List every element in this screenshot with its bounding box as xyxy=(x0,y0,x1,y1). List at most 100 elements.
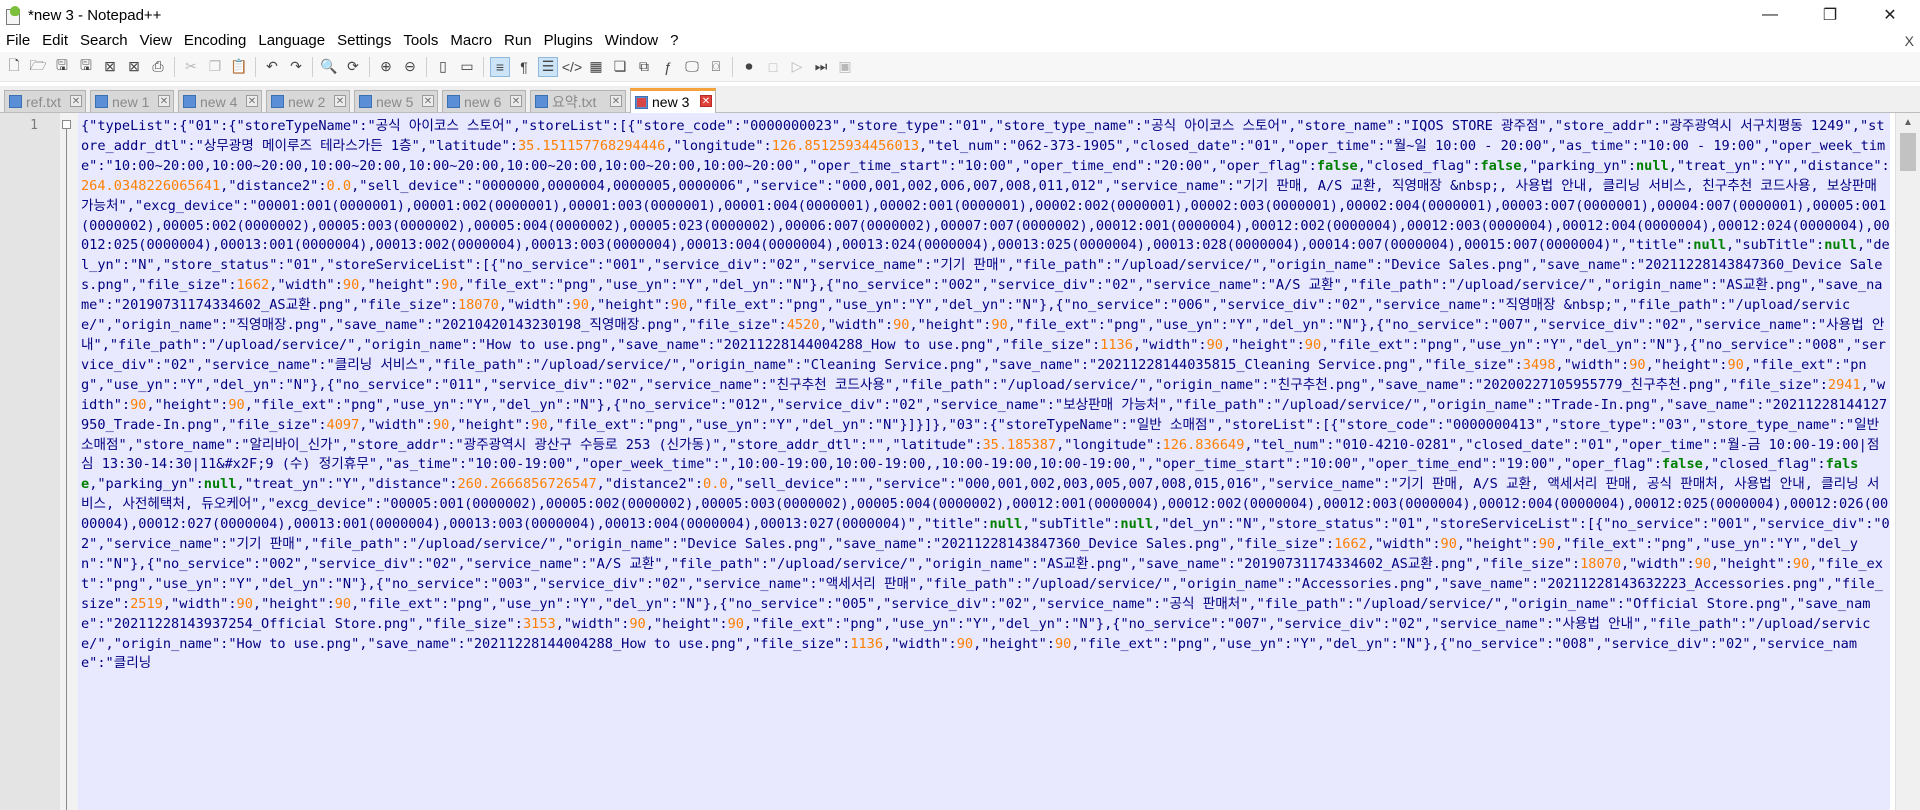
tab-close-icon[interactable]: ✕ xyxy=(510,95,522,107)
fold-line xyxy=(66,129,67,810)
saved-file-icon xyxy=(271,95,284,108)
tab-close-icon[interactable]: ✕ xyxy=(70,95,82,107)
tab-new-2[interactable]: new 2 ✕ xyxy=(266,90,350,112)
word-wrap-icon[interactable]: ≡ xyxy=(490,56,510,77)
menu-edit[interactable]: Edit xyxy=(36,30,74,52)
saved-file-icon xyxy=(447,95,460,108)
close-document-button[interactable]: X xyxy=(1905,30,1914,52)
find-icon[interactable]: 🔍 xyxy=(319,57,339,77)
copy-icon[interactable]: ❐ xyxy=(205,57,225,77)
monitor-icon[interactable]: 🖵 xyxy=(682,57,702,77)
undo-icon[interactable]: ↶ xyxy=(262,57,282,77)
tab-label: new 1 xyxy=(112,93,150,110)
menu-plugins[interactable]: Plugins xyxy=(538,30,599,52)
indent-guide-icon[interactable]: ☰ xyxy=(538,56,558,77)
toolbar-separator xyxy=(483,56,484,77)
menu-language[interactable]: Language xyxy=(252,30,331,52)
scrollbar-thumb[interactable] xyxy=(1900,133,1916,171)
print-icon[interactable]: ⎙ xyxy=(148,57,168,77)
stop-macro-icon[interactable]: □ xyxy=(763,57,783,77)
zoom-out-icon[interactable]: ⊖ xyxy=(400,57,420,77)
toolbar-separator xyxy=(312,56,313,77)
fx-icon[interactable]: ƒ xyxy=(658,57,678,77)
tab-label: new 5 xyxy=(376,93,414,110)
menu-help[interactable]: ? xyxy=(664,30,684,52)
tab-close-icon[interactable]: ✕ xyxy=(610,95,622,107)
menu-window[interactable]: Window xyxy=(599,30,664,52)
menu-run[interactable]: Run xyxy=(498,30,538,52)
saved-file-icon xyxy=(9,95,22,108)
close-all-icon[interactable]: ⊠ xyxy=(124,57,144,77)
notepadplusplus-app-icon[interactable] xyxy=(4,6,22,25)
tab-new-6[interactable]: new 6 ✕ xyxy=(442,90,526,112)
menu-file[interactable]: File xyxy=(0,30,36,52)
tab-label: new 6 xyxy=(464,93,502,110)
menu-view[interactable]: View xyxy=(134,30,178,52)
tab-new-4[interactable]: new 4 ✕ xyxy=(178,90,262,112)
saved-file-icon xyxy=(535,95,548,108)
tab-close-icon[interactable]: ✕ xyxy=(700,95,712,107)
tab-close-icon[interactable]: ✕ xyxy=(422,95,434,107)
saved-file-icon xyxy=(95,95,108,108)
screenshot-icon[interactable]: ⌼ xyxy=(706,57,726,77)
toolbar-separator xyxy=(426,56,427,77)
function-list-icon[interactable]: ❏ xyxy=(610,57,630,77)
close-icon[interactable]: ⊠ xyxy=(100,57,120,77)
new-file-icon[interactable]: 🗋 xyxy=(4,57,24,77)
minimize-button[interactable]: — xyxy=(1740,0,1800,30)
menu-macro[interactable]: Macro xyxy=(444,30,498,52)
toolbar-separator xyxy=(732,56,733,77)
xml-tag-icon[interactable]: </> xyxy=(562,57,582,77)
sync-vertical-icon[interactable]: ▯ xyxy=(433,57,453,77)
vertical-scrollbar[interactable]: ▲ xyxy=(1895,113,1920,810)
redo-icon[interactable]: ↷ xyxy=(286,57,306,77)
tab-new-1[interactable]: new 1 ✕ xyxy=(90,90,174,112)
tab-close-icon[interactable]: ✕ xyxy=(246,95,258,107)
window-controls: — ❐ ✕ xyxy=(1740,0,1920,30)
toolbar-separator xyxy=(255,56,256,77)
play-macro-icon[interactable]: ▷ xyxy=(787,57,807,77)
close-window-button[interactable]: ✕ xyxy=(1860,0,1920,30)
tab-bar: ref.txt ✕ new 1 ✕ new 4 ✕ new 2 ✕ new 5 … xyxy=(0,86,1920,113)
sync-horizontal-icon[interactable]: ▭ xyxy=(457,57,477,77)
tab-label: new 2 xyxy=(288,93,326,110)
zoom-in-icon[interactable]: ⊕ xyxy=(376,57,396,77)
scroll-up-arrow-icon[interactable]: ▲ xyxy=(1896,113,1920,133)
window-title: *new 3 - Notepad++ xyxy=(28,6,162,24)
save-icon[interactable]: 🖫 xyxy=(52,57,72,77)
menu-encoding[interactable]: Encoding xyxy=(178,30,253,52)
record-macro-icon[interactable]: ⏺ xyxy=(739,57,759,77)
toolbar: 🗋 🗁 🖫 🖫 ⊠ ⊠ ⎙ ✂ ❐ 📋 ↶ ↷ 🔍 ⟳ ⊕ ⊖ ▯ ▭ ≡ ¶ … xyxy=(0,52,1920,82)
paste-icon[interactable]: 📋 xyxy=(229,57,249,77)
document-map-icon[interactable]: ▦ xyxy=(586,57,606,77)
open-file-icon[interactable]: 🗁 xyxy=(28,57,48,77)
line-number: 1 xyxy=(30,118,38,133)
saved-file-icon xyxy=(359,95,372,108)
tab-new-3[interactable]: new 3 ✕ xyxy=(630,88,716,113)
save-macro-icon[interactable]: ▣ xyxy=(835,57,855,77)
fold-toggle-icon[interactable] xyxy=(62,120,71,129)
save-all-icon[interactable]: 🖫 xyxy=(76,57,96,77)
cut-icon[interactable]: ✂ xyxy=(181,57,201,77)
tab-close-icon[interactable]: ✕ xyxy=(158,95,170,107)
tab-new-5[interactable]: new 5 ✕ xyxy=(354,90,438,112)
saved-file-icon xyxy=(183,95,196,108)
maximize-button[interactable]: ❐ xyxy=(1800,0,1860,30)
tab-ref-txt[interactable]: ref.txt ✕ xyxy=(4,90,86,112)
menu-settings[interactable]: Settings xyxy=(331,30,397,52)
show-all-chars-icon[interactable]: ¶ xyxy=(514,57,534,77)
folder-workspace-icon[interactable]: ⧉ xyxy=(634,57,654,77)
replace-icon[interactable]: ⟳ xyxy=(343,57,363,77)
title-bar: *new 3 - Notepad++ — ❐ ✕ xyxy=(0,0,1920,30)
menu-tools[interactable]: Tools xyxy=(397,30,444,52)
menu-search[interactable]: Search xyxy=(74,30,134,52)
tab-label: ref.txt xyxy=(26,93,62,110)
tab-summary-txt[interactable]: 요약.txt ✕ xyxy=(530,90,626,112)
tab-label: new 3 xyxy=(652,94,690,110)
tab-label: 요약.txt xyxy=(552,93,597,110)
text-editor[interactable]: {"typeList":{"01":{"storeTypeName":"공식 아… xyxy=(78,113,1890,810)
editor-area: 1 {"typeList":{"01":{"storeTypeName":"공식… xyxy=(0,113,1920,810)
run-macro-multiple-icon[interactable]: ⏭ xyxy=(811,57,831,77)
editor-content[interactable]: {"typeList":{"01":{"storeTypeName":"공식 아… xyxy=(78,113,1890,674)
tab-close-icon[interactable]: ✕ xyxy=(334,95,346,107)
